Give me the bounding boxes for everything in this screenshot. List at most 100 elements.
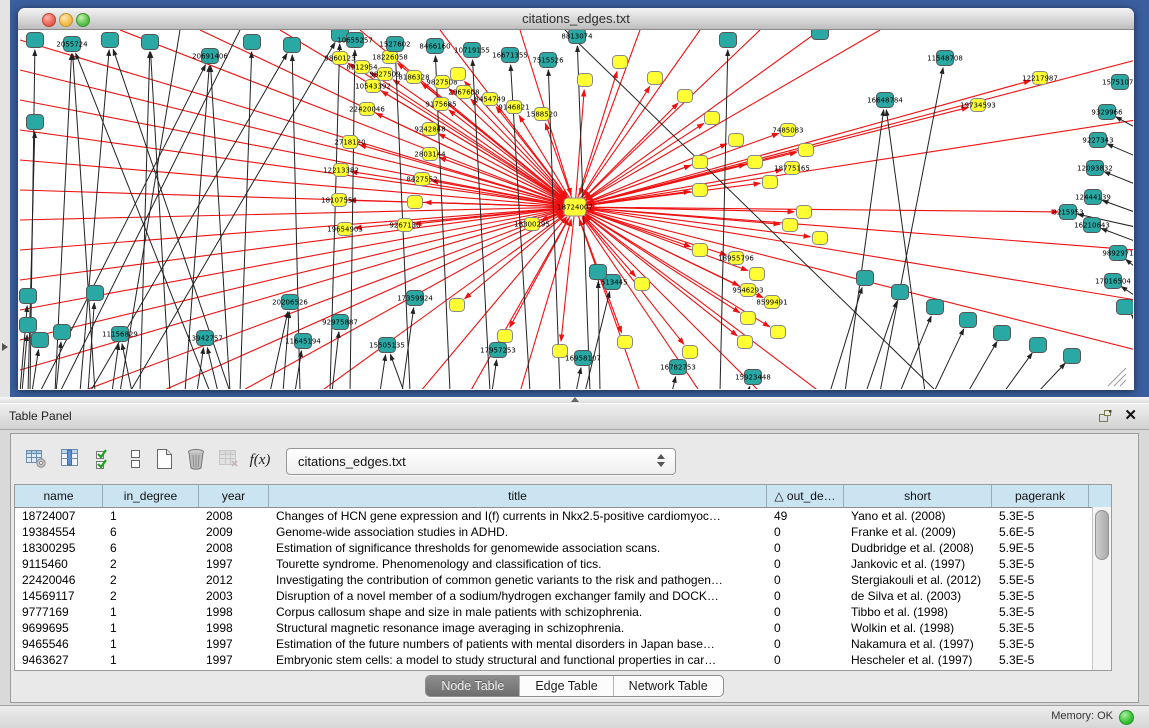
table-cell[interactable]: Structural magnetic resonance image aver… [269, 620, 767, 636]
table-cell[interactable]: 0 [767, 652, 844, 668]
table-cell[interactable]: 5.3E-5 [992, 620, 1089, 636]
table-cell[interactable]: Investigating the contribution of common… [269, 572, 767, 588]
graph-node[interactable] [783, 219, 798, 232]
table-cell[interactable]: 9777169 [15, 604, 103, 620]
table-cell[interactable]: Stergiakouli et al. (2012) [844, 572, 992, 588]
table-cell[interactable]: 5.3E-5 [992, 636, 1089, 652]
tab-network-table[interactable]: Network Table [613, 676, 723, 696]
graph-node[interactable] [813, 232, 828, 245]
table-cell[interactable]: Disruption of a novel member of a sodium… [269, 588, 767, 604]
table-cell[interactable]: Dudbridge et al. (2008) [844, 540, 992, 556]
column-header-year[interactable]: year [199, 485, 269, 507]
table-vertical-scrollbar[interactable] [1092, 507, 1111, 670]
graph-node[interactable] [284, 38, 301, 53]
table-cell[interactable]: 5.9E-5 [992, 540, 1089, 556]
graph-node[interactable] [720, 33, 737, 48]
table-cell[interactable]: 14569117 [15, 588, 103, 604]
table-cell[interactable]: 0 [767, 572, 844, 588]
graph-node[interactable] [693, 244, 708, 257]
unselect-all-button[interactable] [124, 447, 150, 473]
graph-node[interactable] [635, 278, 650, 291]
graph-node[interactable] [408, 196, 423, 209]
table-cell[interactable]: 0 [767, 636, 844, 652]
graph-node[interactable] [20, 289, 37, 304]
table-cell[interactable]: 1997 [199, 636, 269, 652]
table-cell[interactable]: Jankovic et al. (1997) [844, 556, 992, 572]
show-columns-button[interactable] [59, 447, 85, 473]
table-cell[interactable]: 0 [767, 540, 844, 556]
table-cell[interactable]: 1997 [199, 556, 269, 572]
graph-node[interactable] [812, 25, 829, 40]
graph-node[interactable] [613, 56, 628, 69]
table-cell[interactable]: 22420046 [15, 572, 103, 588]
table-cell[interactable]: 5.3E-5 [992, 652, 1089, 668]
table-cell[interactable]: Wolkin et al. (1998) [844, 620, 992, 636]
table-cell[interactable]: 1998 [199, 604, 269, 620]
column-header-title[interactable]: title [269, 485, 767, 507]
graph-node[interactable] [27, 115, 44, 130]
select-all-button[interactable] [93, 447, 119, 473]
table-row[interactable]: 2242004622012Investigating the contribut… [15, 572, 1111, 588]
graph-node[interactable] [857, 271, 874, 286]
graph-node[interactable] [927, 300, 944, 315]
graph-node[interactable] [27, 33, 44, 48]
table-cell[interactable]: 9115460 [15, 556, 103, 572]
table-cell[interactable]: Estimation of significance thresholds fo… [269, 540, 767, 556]
graph-node[interactable] [748, 156, 763, 169]
delete-column-button[interactable] [185, 447, 211, 473]
graph-node[interactable] [87, 286, 104, 301]
new-column-button[interactable] [153, 447, 179, 473]
float-panel-icon[interactable] [1097, 408, 1113, 424]
table-cell[interactable]: 5.6E-5 [992, 524, 1089, 540]
table-cell[interactable]: de Silva et al. (2003) [844, 588, 992, 604]
table-cell[interactable]: 0 [767, 556, 844, 572]
table-cell[interactable]: 5.3E-5 [992, 556, 1089, 572]
table-row[interactable]: 977716911998Corpus callosum shape and si… [15, 604, 1111, 620]
table-mode-button[interactable] [25, 447, 51, 473]
table-cell[interactable]: 0 [767, 620, 844, 636]
graph-node[interactable] [960, 313, 977, 328]
table-cell[interactable]: 5.3E-5 [992, 604, 1089, 620]
table-row[interactable]: 1938455462009Genome-wide association stu… [15, 524, 1111, 540]
column-header-name[interactable]: name [15, 485, 103, 507]
table-cell[interactable]: 1 [103, 508, 199, 524]
graph-node[interactable] [142, 35, 159, 50]
graph-node[interactable] [32, 333, 49, 348]
graph-node[interactable] [797, 206, 812, 219]
table-cell[interactable]: 6 [103, 540, 199, 556]
table-cell[interactable]: 1 [103, 604, 199, 620]
table-cell[interactable]: 1 [103, 636, 199, 652]
tab-node-table[interactable]: Node Table [426, 676, 519, 696]
table-cell[interactable]: Tourette syndrome. Phenomenology and cla… [269, 556, 767, 572]
column-header-out_de[interactable]: △ out_de… [767, 485, 844, 507]
graph-node[interactable] [738, 336, 753, 349]
table-selector-dropdown[interactable]: citations_edges.txt [286, 448, 676, 475]
table-cell[interactable]: 18724007 [15, 508, 103, 524]
table-cell[interactable]: 19384554 [15, 524, 103, 540]
graph-node[interactable] [705, 112, 720, 125]
hidden-panel-arrow-icon[interactable] [2, 343, 8, 351]
graph-node[interactable] [20, 318, 37, 333]
table-cell[interactable]: 9463627 [15, 652, 103, 668]
table-cell[interactable]: 1 [103, 652, 199, 668]
table-cell[interactable]: 1998 [199, 620, 269, 636]
table-cell[interactable]: 2012 [199, 572, 269, 588]
graph-node[interactable] [799, 144, 814, 157]
delete-table-button[interactable] [217, 447, 243, 473]
table-cell[interactable]: 0 [767, 604, 844, 620]
graph-node[interactable] [618, 336, 633, 349]
graph-node[interactable] [892, 285, 909, 300]
graph-node[interactable] [750, 268, 765, 281]
graph-node[interactable] [450, 299, 465, 312]
table-cell[interactable]: 2003 [199, 588, 269, 604]
graph-node[interactable] [244, 35, 261, 50]
network-canvas[interactable]: 9860123891295418226058982750910543392818… [0, 0, 1149, 400]
graph-node[interactable] [648, 72, 663, 85]
column-header-in_degree[interactable]: in_degree [103, 485, 199, 507]
table-cell[interactable]: 9699695 [15, 620, 103, 636]
table-cell[interactable]: 0 [767, 524, 844, 540]
graph-node[interactable] [54, 325, 71, 340]
memory-status-icon[interactable] [1119, 710, 1134, 725]
column-header-short[interactable]: short [844, 485, 992, 507]
table-row[interactable]: 946362711997Embryonic stem cells: a mode… [15, 652, 1111, 668]
